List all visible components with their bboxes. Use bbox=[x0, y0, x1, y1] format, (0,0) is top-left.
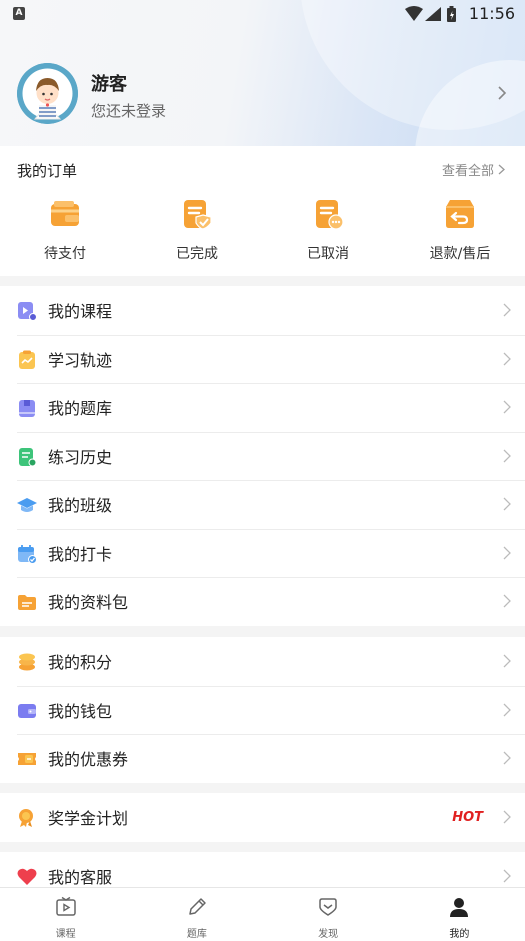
course-icon bbox=[18, 302, 37, 321]
menu-item-materials[interactable]: 我的资料包 bbox=[0, 577, 525, 626]
tab-label: 课程 bbox=[55, 929, 76, 940]
class-icon bbox=[17, 498, 37, 512]
user-icon bbox=[450, 898, 469, 917]
menu-item-practice-history[interactable]: 练习历史 bbox=[0, 431, 525, 481]
order-refund[interactable]: 退款/售后 bbox=[405, 198, 515, 263]
menu-item-label: 我的题库 bbox=[48, 399, 113, 419]
profile-name: 游客 bbox=[91, 74, 127, 95]
battery-icon bbox=[447, 6, 456, 22]
status-icons bbox=[405, 6, 456, 22]
menu-item-question-bank[interactable]: 我的题库 bbox=[0, 383, 525, 432]
purse-icon bbox=[18, 703, 36, 718]
order-cancel-icon bbox=[316, 200, 344, 230]
menu-item-label: 我的班级 bbox=[48, 496, 113, 516]
tab-label: 我的 bbox=[449, 929, 470, 940]
order-item-label: 已取消 bbox=[307, 246, 349, 262]
wifi-icon bbox=[405, 6, 423, 21]
menu-item-label: 练习历史 bbox=[48, 447, 113, 467]
login-status: 您还未登录 bbox=[91, 102, 167, 120]
question-bank-icon bbox=[19, 400, 35, 417]
menu-item-my-class[interactable]: 我的班级 bbox=[0, 480, 525, 529]
play-tv-icon bbox=[55, 896, 76, 916]
chevron-right-icon bbox=[498, 164, 505, 175]
order-completed[interactable]: 已完成 bbox=[142, 198, 252, 263]
pencil-icon bbox=[189, 898, 206, 915]
chevron-right-icon bbox=[503, 352, 511, 365]
menu-item-checkin[interactable]: 我的打卡 bbox=[0, 528, 525, 578]
menu-group-learning: 我的课程 学习轨迹 我的题库 练习历史 我的班级 我的打卡 我的资料包 bbox=[0, 286, 525, 626]
menu-item-wallet[interactable]: 我的钱包 bbox=[0, 685, 525, 735]
view-all-orders-link[interactable]: 查看全部 bbox=[442, 160, 505, 179]
chevron-right-icon bbox=[503, 594, 511, 608]
chevron-right-icon bbox=[503, 449, 511, 462]
menu-item-my-courses[interactable]: 我的课程 bbox=[0, 286, 525, 335]
chevron-right-icon[interactable] bbox=[497, 85, 507, 101]
track-icon bbox=[19, 350, 35, 369]
menu-item-label: 我的课程 bbox=[48, 302, 113, 322]
menu-item-label: 我的积分 bbox=[48, 653, 113, 673]
menu-item-coupons[interactable]: 我的优惠券 bbox=[0, 734, 525, 783]
menu-item-label: 我的资料包 bbox=[48, 593, 129, 613]
status-time: 11:56 bbox=[468, 4, 515, 23]
menu-item-label: 我的优惠券 bbox=[48, 750, 129, 770]
order-cancelled[interactable]: 已取消 bbox=[273, 198, 383, 263]
order-pending-payment[interactable]: 待支付 bbox=[10, 198, 120, 263]
menu-item-label: 我的打卡 bbox=[48, 544, 113, 564]
chevron-right-icon bbox=[503, 810, 511, 824]
menu-group-scholarship: 奖学金计划 HOT bbox=[0, 793, 525, 842]
chevron-right-icon bbox=[503, 869, 511, 883]
profile-header: A 11:56 游客 您还未登录 bbox=[0, 0, 525, 146]
menu-group-assets: 我的积分 我的钱包 我的优惠券 bbox=[0, 637, 525, 783]
bottom-tab-bar: 课程 题库 发现 我的 bbox=[0, 887, 525, 941]
chevron-right-icon bbox=[503, 497, 511, 511]
chevron-right-icon bbox=[503, 751, 511, 765]
chevron-right-icon bbox=[503, 703, 511, 716]
menu-item-points[interactable]: 我的积分 bbox=[0, 637, 525, 686]
menu-item-label: 我的钱包 bbox=[48, 701, 113, 721]
avatar[interactable] bbox=[17, 63, 78, 124]
tab-courses[interactable]: 课程 bbox=[0, 888, 131, 941]
menu-item-label: 我的客服 bbox=[48, 868, 113, 888]
menu-item-label: 学习轨迹 bbox=[48, 350, 113, 370]
scholarship-icon bbox=[19, 809, 33, 827]
chevron-right-icon bbox=[503, 546, 511, 559]
avatar-icon bbox=[17, 63, 78, 124]
chevron-right-icon bbox=[503, 654, 511, 668]
order-item-label: 已完成 bbox=[176, 246, 218, 262]
tab-mine[interactable]: 我的 bbox=[394, 888, 525, 941]
notification-icon: A bbox=[13, 7, 25, 20]
order-item-label: 待支付 bbox=[44, 246, 86, 262]
discover-icon bbox=[319, 898, 337, 916]
menu-item-scholarship[interactable]: 奖学金计划 HOT bbox=[0, 793, 525, 842]
coupon-icon bbox=[18, 753, 36, 765]
wallet-icon bbox=[51, 201, 79, 226]
order-item-label: 退款/售后 bbox=[429, 246, 491, 262]
folder-icon bbox=[18, 595, 36, 610]
practice-history-icon bbox=[19, 447, 37, 466]
profile-card[interactable]: 游客 您还未登录 bbox=[17, 63, 517, 125]
chevron-right-icon bbox=[503, 400, 511, 414]
tab-label: 发现 bbox=[318, 929, 339, 940]
menu-item-learning-track[interactable]: 学习轨迹 bbox=[0, 334, 525, 384]
heart-icon bbox=[17, 868, 37, 885]
view-all-label: 查看全部 bbox=[441, 164, 494, 179]
menu-item-label: 奖学金计划 bbox=[48, 809, 129, 829]
signal-icon bbox=[425, 7, 441, 21]
orders-title: 我的订单 bbox=[17, 162, 78, 180]
tab-question-bank[interactable]: 题库 bbox=[131, 888, 262, 941]
orders-section: 我的订单 查看全部 待支付 已完成 已取消 退款/售后 bbox=[0, 146, 525, 276]
checkin-icon bbox=[18, 544, 37, 564]
chevron-right-icon bbox=[503, 303, 511, 317]
tab-label: 题库 bbox=[186, 929, 207, 940]
status-bar: A 11:56 bbox=[0, 0, 525, 28]
hot-badge: HOT bbox=[452, 809, 483, 825]
refund-icon bbox=[446, 200, 474, 228]
tab-discover[interactable]: 发现 bbox=[263, 888, 394, 941]
order-done-icon bbox=[184, 200, 212, 230]
points-icon bbox=[19, 653, 35, 671]
